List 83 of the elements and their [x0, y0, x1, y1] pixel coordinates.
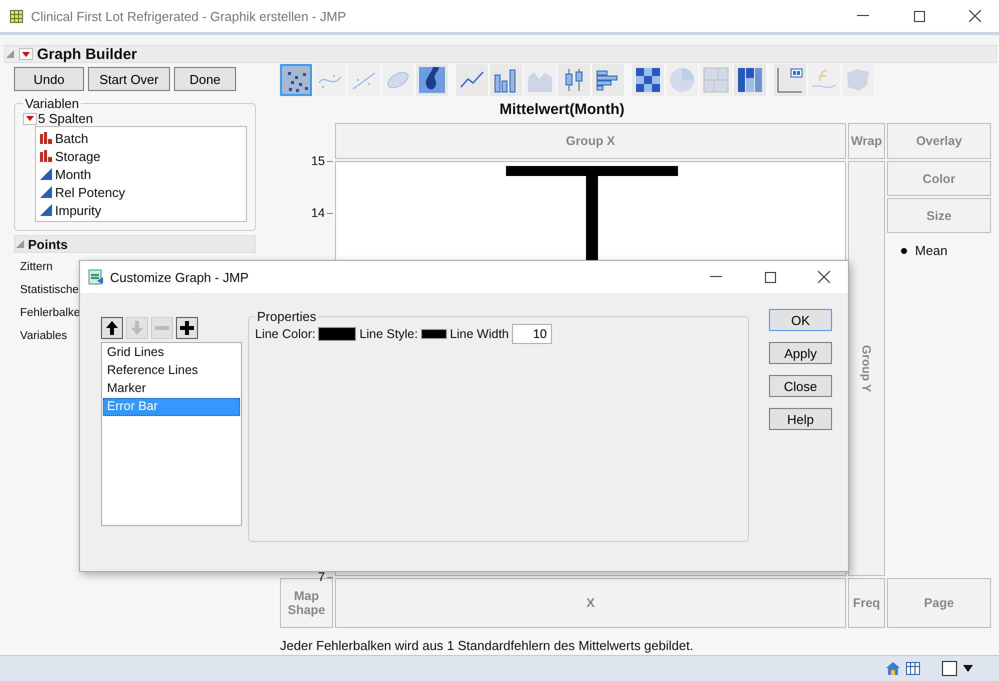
disclosure-icon[interactable]	[5, 49, 15, 59]
list-item[interactable]: Marker	[103, 380, 240, 398]
column-item[interactable]: Storage	[55, 148, 101, 164]
line-style-swatch[interactable]	[420, 329, 447, 339]
report-title: Graph Builder	[37, 46, 138, 62]
dialog-title: Customize Graph - JMP	[110, 270, 250, 284]
dropdown-icon[interactable]	[963, 665, 973, 672]
minimize-icon	[710, 276, 722, 278]
graph-type-button[interactable]	[490, 64, 522, 96]
grid-icon[interactable]	[906, 662, 920, 675]
graph-type-button[interactable]	[456, 64, 488, 96]
column-item[interactable]: Batch	[55, 130, 88, 146]
option-label: Zittern	[20, 261, 53, 273]
group-legend: Variablen	[23, 96, 81, 111]
dialog-button[interactable]: Help	[769, 408, 832, 430]
axis-tick-label: 14	[311, 206, 325, 220]
contour-icon	[419, 67, 445, 93]
disclosure-icon[interactable]	[15, 239, 25, 249]
column-item[interactable]: Impurity	[55, 202, 102, 218]
pie-chart-icon	[669, 67, 695, 93]
triangle-icon	[40, 168, 52, 180]
close-icon	[818, 271, 830, 283]
list-item[interactable]: Reference Lines	[103, 362, 240, 380]
legend-label: Mean	[915, 243, 948, 258]
triangle-icon	[40, 204, 52, 216]
graph-title: Mittelwert(Month)	[498, 100, 626, 120]
bar-chart-icon	[40, 132, 52, 144]
square-icon[interactable]	[942, 661, 957, 676]
map-icon	[845, 67, 871, 93]
triangle-icon	[40, 186, 52, 198]
close-icon	[969, 10, 981, 22]
panel-title: Points	[28, 236, 68, 252]
graph-type-button[interactable]	[558, 64, 590, 96]
down-arrow-icon	[131, 321, 143, 335]
action-button[interactable]: Start Over	[88, 67, 170, 91]
list-tool-button[interactable]	[101, 317, 123, 339]
mosaic-icon	[737, 67, 763, 93]
option-label: Statistische	[20, 284, 79, 296]
maximize-icon	[764, 272, 776, 282]
up-arrow-icon	[106, 321, 118, 335]
list-tool-button[interactable]	[176, 317, 198, 339]
plus-icon	[180, 321, 194, 335]
app-icon	[88, 269, 104, 285]
column-item[interactable]: Month	[55, 166, 92, 182]
dialog-button[interactable]: Apply	[769, 342, 832, 364]
maximize-icon	[914, 10, 924, 22]
option-label: Variables	[20, 330, 68, 342]
line-color-label: Line Color:	[255, 327, 316, 341]
data-table-icon	[10, 10, 23, 22]
caret-icon	[22, 52, 30, 56]
axis-tick-label: 15	[311, 154, 325, 168]
heatmap-icon	[635, 67, 661, 93]
line-width-label: Line Width	[450, 327, 509, 341]
graph-type-button[interactable]	[280, 64, 312, 96]
group-legend: Properties	[255, 309, 318, 324]
caret-icon	[26, 116, 34, 121]
graph-type-button[interactable]	[734, 64, 766, 96]
legend-marker	[901, 248, 907, 254]
dialog-button[interactable]: OK	[769, 309, 832, 331]
minimize-icon	[857, 15, 869, 17]
window-title: Clinical First Lot Refrigerated - Graphik erstellen - JMP	[31, 8, 347, 24]
option-label: Fehlerbalke	[20, 307, 80, 319]
action-button[interactable]: Undo	[14, 67, 84, 91]
graph-type-button[interactable]	[416, 64, 448, 96]
line-width-field[interactable]: 10	[512, 324, 552, 344]
treemap-icon	[703, 67, 729, 93]
home-icon[interactable]	[886, 662, 900, 675]
menu-arrow-button[interactable]	[19, 48, 33, 60]
graph-type-button[interactable]	[632, 64, 664, 96]
menu-arrow-button[interactable]	[23, 112, 37, 124]
column-item[interactable]: Rel Potency	[55, 184, 126, 200]
caption-box-icon	[777, 67, 803, 93]
color-swatch[interactable]	[318, 327, 356, 341]
columns-count: 5 Spalten	[38, 111, 93, 126]
line-style-label: Line Style:	[359, 327, 418, 341]
footnote: Jeder Fehlerbalken wird aus 1 Standardfehlern des Mittelwerts gebildet.	[280, 638, 694, 652]
graph-type-button[interactable]	[592, 64, 624, 96]
minus-icon	[155, 326, 169, 330]
graph-type-button[interactable]	[774, 64, 806, 96]
bar-chart-icon	[40, 150, 52, 162]
dialog-button[interactable]: Close	[769, 375, 832, 397]
list-item[interactable]: Grid Lines	[103, 344, 240, 362]
action-button[interactable]: Done	[174, 67, 236, 91]
